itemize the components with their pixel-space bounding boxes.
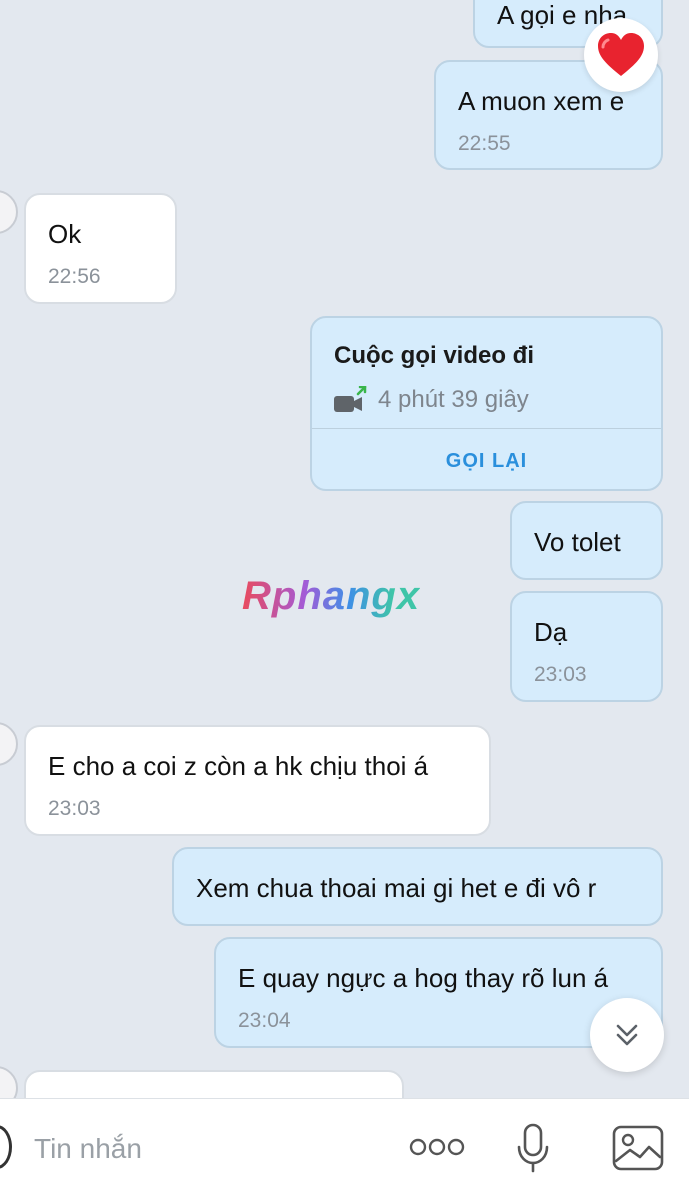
message-composer: Tin nhắn [0, 1098, 689, 1195]
chat-thread: A gọi e nha A muon xem e 22:55 Ok 22:56 … [0, 0, 689, 1098]
avatar[interactable] [0, 190, 18, 234]
message-text: Ok [48, 219, 82, 249]
message-text: E cho a coi z còn a hk chịu thoi á [48, 751, 429, 781]
incoming-message[interactable]: E cho a coi z còn a hk chịu thoi á 23:03 [24, 725, 491, 836]
incoming-message-partial[interactable] [24, 1070, 404, 1098]
call-title: Cuộc gọi video đi [334, 342, 535, 369]
avatar[interactable] [0, 1066, 18, 1098]
message-time: 23:04 [238, 1009, 291, 1032]
heart-icon [598, 33, 644, 76]
message-text: Vo tolet [534, 527, 621, 557]
call-again-button[interactable]: GỌI LẠI [312, 450, 661, 473]
double-chevron-down-icon [616, 1024, 638, 1046]
image-button[interactable] [610, 1123, 666, 1173]
message-time: 22:56 [48, 265, 101, 288]
emoji-icon[interactable] [0, 1125, 12, 1169]
more-icon [409, 1138, 465, 1156]
message-text: Dạ [534, 617, 568, 647]
outgoing-message[interactable]: Vo tolet [510, 501, 663, 580]
more-button[interactable] [406, 1129, 468, 1165]
outgoing-message[interactable]: Dạ 23:03 [510, 591, 663, 702]
avatar[interactable] [0, 722, 18, 766]
message-text: E quay ngực a hog thay rõ lun á [238, 963, 609, 993]
message-input[interactable]: Tin nhắn [34, 1133, 142, 1165]
message-time: 22:55 [458, 132, 511, 155]
image-icon [612, 1125, 664, 1171]
incoming-message[interactable]: Ok 22:56 [24, 193, 177, 304]
outgoing-message[interactable]: Xem chua thoai mai gi het e đi vô r [172, 847, 663, 926]
heart-reaction[interactable] [584, 18, 658, 92]
outgoing-video-call-icon [334, 386, 367, 412]
divider [312, 428, 661, 429]
microphone-icon [517, 1123, 549, 1173]
message-text: Xem chua thoai mai gi het e đi vô r [196, 873, 597, 903]
call-duration: 4 phút 39 giây [378, 386, 529, 413]
message-time: 23:03 [534, 663, 587, 686]
message-text: A muon xem e [458, 86, 625, 116]
video-call-card[interactable]: Cuộc gọi video đi 4 phút 39 giây GỌI LẠI [310, 316, 663, 491]
scroll-to-bottom-button[interactable] [590, 998, 664, 1072]
message-time: 23:03 [48, 797, 101, 820]
voice-button[interactable] [510, 1121, 556, 1175]
watermark-logo: Rphangx [242, 574, 421, 618]
